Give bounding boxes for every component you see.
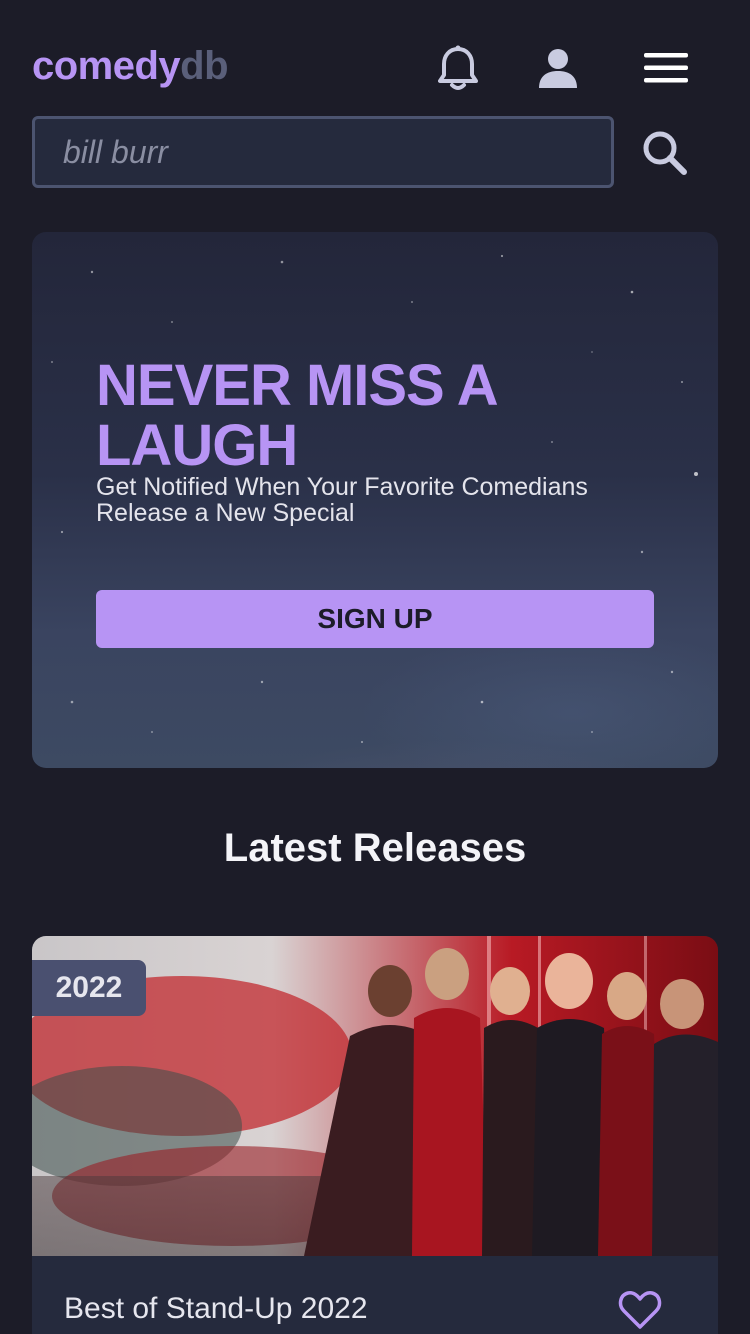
logo-part-db: db xyxy=(180,44,229,88)
section-heading: Latest Releases xyxy=(223,826,527,870)
bell-icon[interactable] xyxy=(434,44,482,92)
search-input[interactable] xyxy=(35,119,611,185)
release-card[interactable]: 2022 Best of Stand-Up 2022 xyxy=(32,936,718,1334)
logo-part-comedy: comedy xyxy=(32,44,181,88)
release-title[interactable]: Best of Stand-Up 2022 xyxy=(64,1292,368,1326)
year-badge: 2022 xyxy=(32,960,146,1016)
search-icon[interactable] xyxy=(640,128,692,180)
top-header: comedydb xyxy=(0,0,750,110)
menu-icon[interactable] xyxy=(642,44,690,92)
logo[interactable]: comedydb xyxy=(32,44,229,89)
heart-icon[interactable] xyxy=(618,1290,662,1330)
app-page: comedydb bill burr NEVER MISS A LAUGH Ge… xyxy=(0,0,750,1334)
search-field[interactable] xyxy=(32,116,614,188)
sign-up-button[interactable]: SIGN UP xyxy=(96,590,654,648)
hero-banner: NEVER MISS A LAUGH Get Notified When You… xyxy=(32,232,718,768)
hero-subtitle: Get Notified When Your Favorite Comedian… xyxy=(96,473,588,527)
hero-title: NEVER MISS A LAUGH xyxy=(96,353,496,478)
user-icon[interactable] xyxy=(534,44,582,92)
